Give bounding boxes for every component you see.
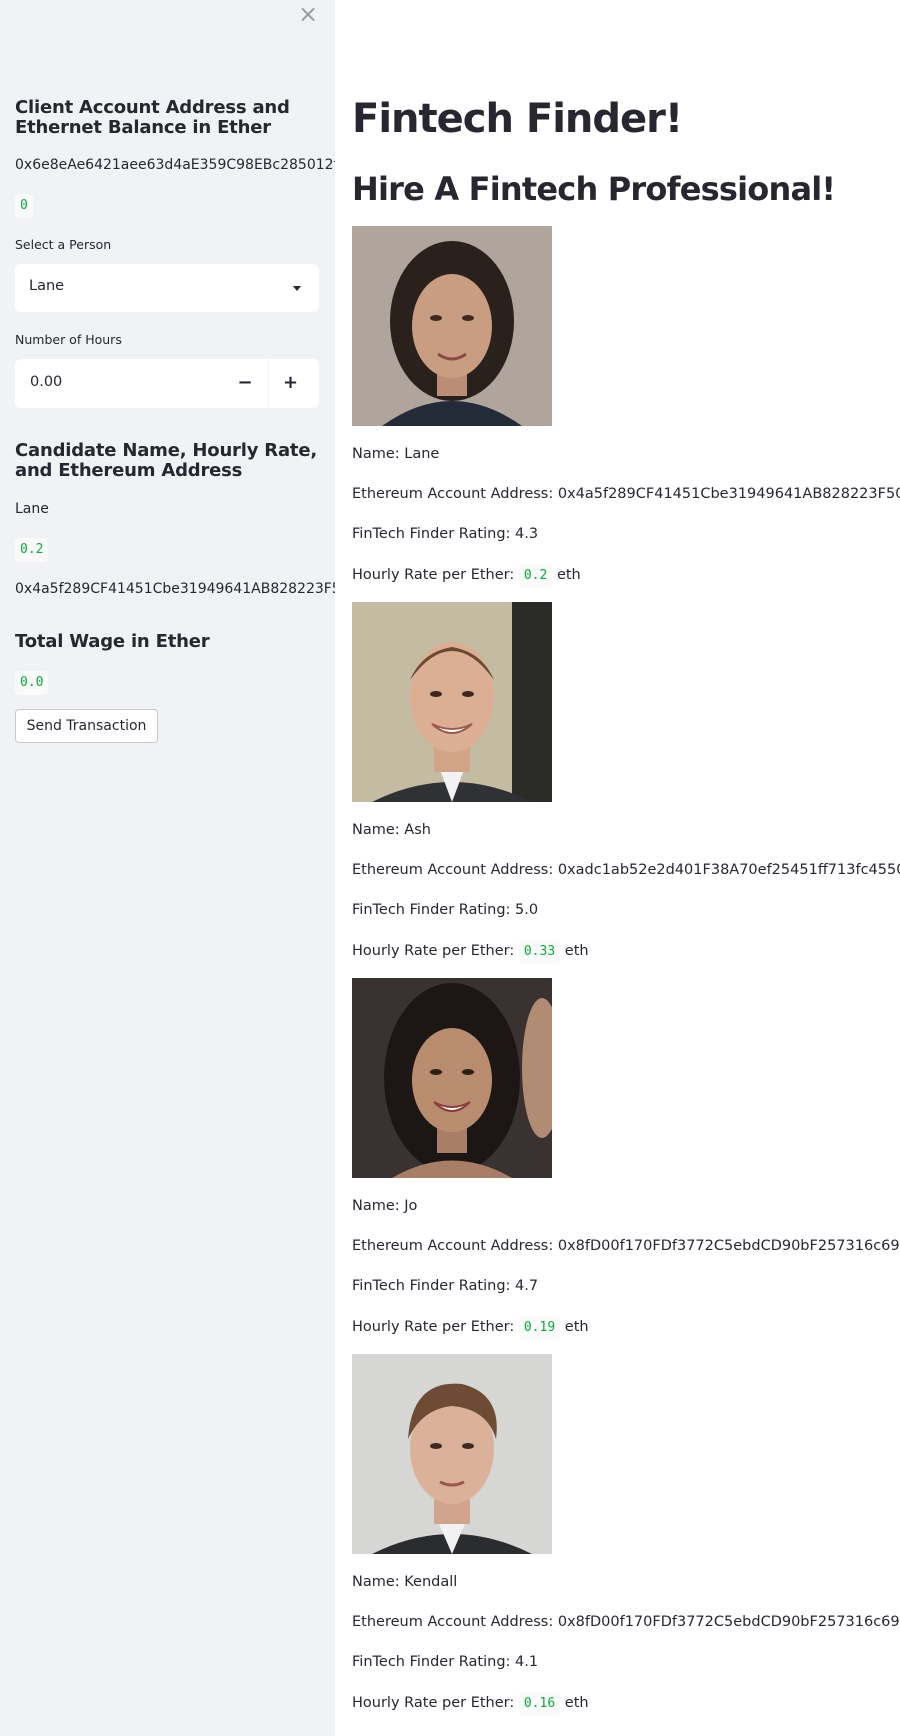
candidate-address: Ethereum Account Address: 0x8fD00f170FDf…	[352, 1238, 900, 1254]
candidate-rate-row: Hourly Rate per Ether: 0.33 eth	[352, 940, 589, 964]
send-transaction-button[interactable]: Send Transaction	[15, 709, 158, 743]
wage-heading: Total Wage in Ether	[15, 631, 210, 652]
candidate-address: Ethereum Account Address: 0x8fD00f170FDf…	[352, 1614, 900, 1630]
candidate-rating: FinTech Finder Rating: 4.7	[352, 1278, 539, 1294]
rate-unit: eth	[564, 1695, 589, 1711]
candidate-name: Name: Jo	[352, 1198, 418, 1214]
candidate-address: Ethereum Account Address: 0xadc1ab52e2d4…	[352, 862, 900, 878]
candidate-name: Name: Ash	[352, 822, 431, 838]
hours-number-input[interactable]: 0.00 − +	[15, 359, 319, 408]
candidate-photo	[352, 602, 552, 802]
balance-value: 0	[15, 194, 33, 218]
increment-button[interactable]: +	[268, 359, 312, 408]
rate-unit: eth	[556, 567, 581, 583]
candidate-address: 0x4a5f289CF41451Cbe31949641AB828223F5029…	[15, 581, 335, 597]
rate-value: 0.19	[518, 1316, 561, 1340]
rate-label: Hourly Rate per Ether:	[352, 1319, 515, 1335]
rate-unit: eth	[564, 943, 589, 959]
account-heading: Client Account Address and Ethernet Bala…	[15, 97, 290, 138]
candidate-rating: FinTech Finder Rating: 4.1	[352, 1654, 539, 1670]
rate-value: 0.16	[518, 1692, 561, 1716]
candidate-rating: FinTech Finder Rating: 4.3	[352, 526, 539, 542]
candidate-name: Lane	[15, 501, 49, 517]
wage-value: 0.0	[15, 671, 49, 695]
sidebar: × Client Account Address and Ethernet Ba…	[0, 0, 335, 1736]
candidate-heading: Candidate Name, Hourly Rate, and Ethereu…	[15, 440, 317, 481]
hours-label: Number of Hours	[15, 332, 122, 347]
rate-label: Hourly Rate per Ether:	[352, 1695, 515, 1711]
candidate-card: Name: Kendall Ethereum Account Address: …	[352, 1354, 900, 1730]
select-person-value: Lane	[29, 278, 65, 294]
candidate-card: Name: Jo Ethereum Account Address: 0x8fD…	[352, 978, 900, 1354]
candidate-name: Name: Lane	[352, 446, 440, 462]
candidate-card: Name: Ash Ethereum Account Address: 0xad…	[352, 602, 900, 978]
candidate-rate-row: Hourly Rate per Ether: 0.16 eth	[352, 1692, 589, 1716]
select-person-dropdown[interactable]: Lane	[15, 264, 319, 312]
close-icon[interactable]: ×	[296, 2, 320, 26]
decrement-button[interactable]: −	[223, 359, 267, 408]
candidate-photo	[352, 226, 552, 426]
candidate-rate: 0.2	[15, 538, 49, 562]
candidate-rating: FinTech Finder Rating: 5.0	[352, 902, 539, 918]
rate-label: Hourly Rate per Ether:	[352, 567, 515, 583]
account-address: 0x6e8eAe6421aee63d4aE359C98EBc285012f42E	[15, 157, 335, 173]
rate-label: Hourly Rate per Ether:	[352, 943, 515, 959]
chevron-down-icon	[293, 286, 301, 291]
candidate-photo	[352, 978, 552, 1178]
page-subtitle: Hire A Fintech Professional!	[352, 170, 836, 208]
candidate-rate-row: Hourly Rate per Ether: 0.19 eth	[352, 1316, 589, 1340]
candidate-rate-row: Hourly Rate per Ether: 0.2 eth	[352, 564, 581, 588]
candidate-name: Name: Kendall	[352, 1574, 458, 1590]
candidate-card: Name: Lane Ethereum Account Address: 0x4…	[352, 226, 900, 602]
rate-value: 0.2	[518, 564, 553, 588]
hours-input-value[interactable]: 0.00	[30, 374, 62, 390]
candidate-photo	[352, 1354, 552, 1554]
select-person-label: Select a Person	[15, 237, 112, 252]
rate-value: 0.33	[518, 940, 561, 964]
page-title: Fintech Finder!	[352, 96, 683, 142]
candidate-address: Ethereum Account Address: 0x4a5f289CF414…	[352, 486, 900, 502]
rate-unit: eth	[564, 1319, 589, 1335]
